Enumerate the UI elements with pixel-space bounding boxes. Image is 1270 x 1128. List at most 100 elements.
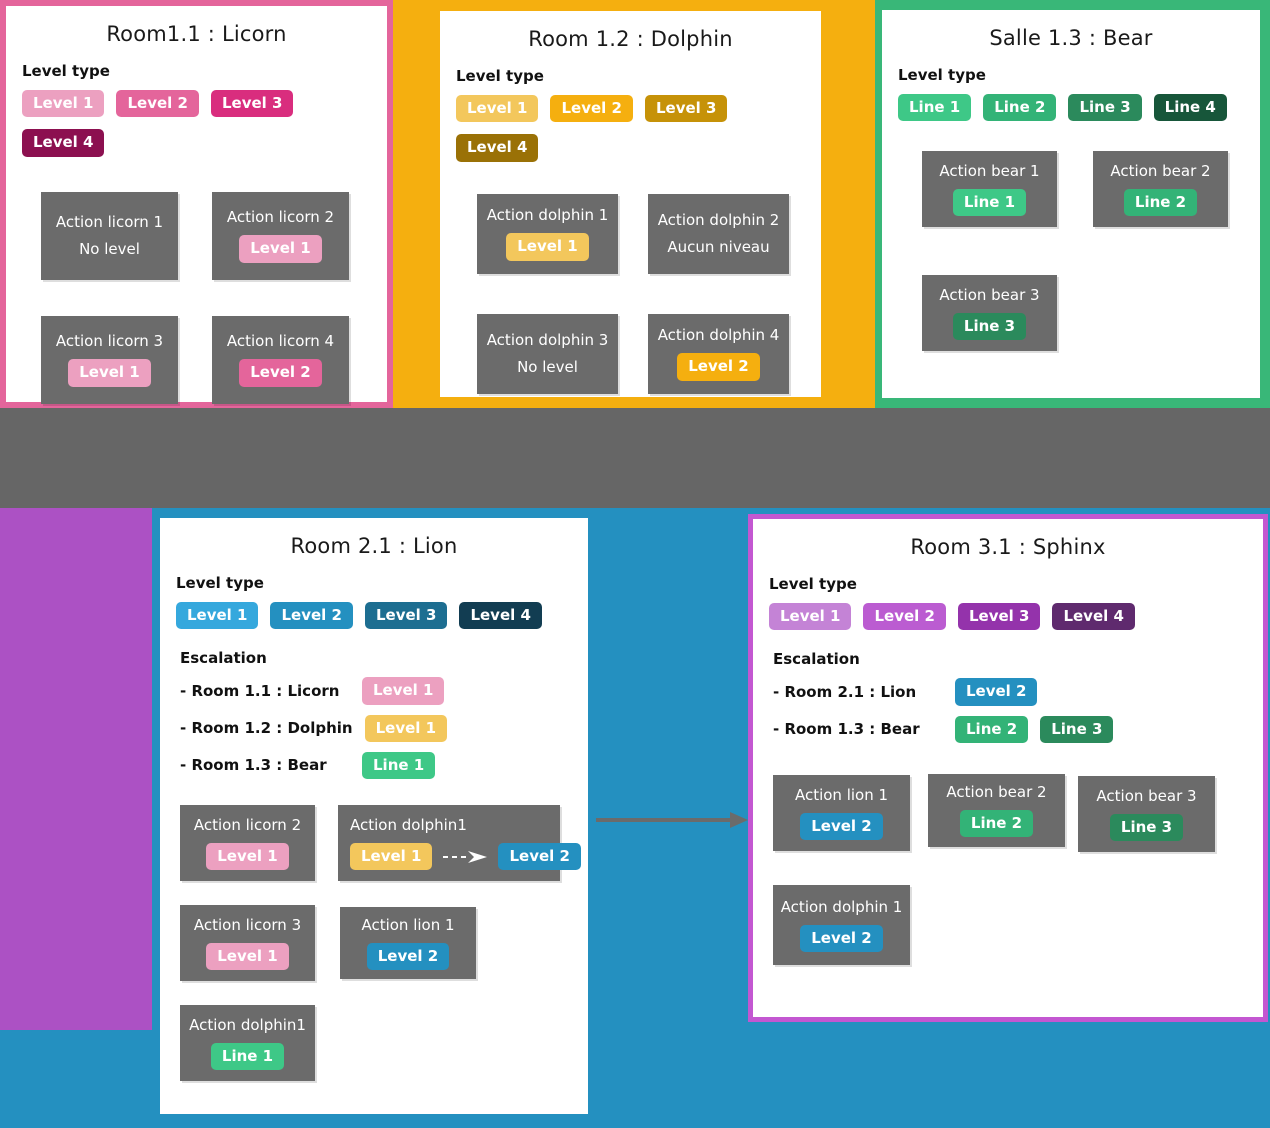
panel-room-3-1-sphinx: Room 3.1 : Sphinx Level type Level 1 Lev… bbox=[748, 514, 1268, 1022]
escalation-level-chip[interactable]: Line 2 bbox=[955, 715, 1029, 743]
panel-title: Room 1.2 : Dolphin bbox=[528, 27, 733, 51]
action-level-chip[interactable]: Line 3 bbox=[952, 313, 1027, 341]
action-card-chips: Line 3 bbox=[952, 313, 1027, 341]
action-level-chip[interactable]: Line 3 bbox=[1109, 813, 1184, 841]
action-card-chips: Level 2 bbox=[800, 924, 883, 952]
action-card[interactable]: Action licorn 2 Level 1 bbox=[180, 805, 315, 881]
action-level-chip[interactable]: Level 2 bbox=[800, 924, 883, 952]
level-chip-3[interactable]: Line 3 bbox=[1068, 94, 1142, 122]
action-card[interactable]: Action licorn 2 Level 1 bbox=[212, 191, 349, 280]
action-level-chip[interactable]: Level 2 bbox=[366, 942, 450, 971]
level-chip-4[interactable]: Level 4 bbox=[1052, 603, 1135, 631]
level-type-chip-row: Level 1 Level 2 Level 3 Level 4 bbox=[22, 90, 387, 157]
action-card-title: Action bear 3 bbox=[1096, 786, 1197, 805]
action-card[interactable]: Action bear 1 Line 1 bbox=[922, 151, 1057, 228]
action-level-chip[interactable]: Level 2 bbox=[239, 359, 322, 387]
level-chip-3[interactable]: Level 3 bbox=[957, 603, 1041, 631]
escalation-room-label: - Room 2.1 : Lion bbox=[773, 682, 917, 701]
level-chip-2[interactable]: Line 2 bbox=[983, 94, 1057, 122]
panel-title: Room1.1 : Licorn bbox=[106, 22, 287, 46]
escalation-section: Escalation - Room 2.1 : Lion Level 2 - R… bbox=[773, 650, 1263, 743]
panel-title: Room 2.1 : Lion bbox=[290, 534, 458, 558]
level-chip-1[interactable]: Line 1 bbox=[898, 94, 972, 122]
action-card[interactable]: Action dolphin 1 Level 1 bbox=[477, 193, 618, 274]
action-level-chip[interactable]: Level 2 bbox=[800, 812, 883, 840]
escalation-row: - Room 1.2 : Dolphin Level 1 bbox=[180, 714, 588, 742]
escalation-level-chip[interactable]: Level 1 bbox=[364, 714, 448, 742]
panel-room-2-1-lion: Room 2.1 : Lion Level type Level 1 Level… bbox=[156, 514, 592, 1118]
action-level-chip[interactable]: Level 1 bbox=[506, 233, 589, 261]
action-card[interactable]: Action licorn 3 Level 1 bbox=[41, 315, 178, 404]
action-level-chip[interactable]: Level 2 bbox=[677, 353, 760, 381]
action-card[interactable]: Action dolphin1 Line 1 bbox=[180, 1005, 315, 1081]
escalation-level-chip[interactable]: Level 2 bbox=[955, 678, 1038, 706]
action-card-title: Action lion 1 bbox=[361, 915, 455, 934]
action-level-chip[interactable]: Line 1 bbox=[210, 1042, 285, 1071]
action-card[interactable]: Action licorn 3 Level 1 bbox=[180, 905, 315, 981]
action-card[interactable]: Action bear 2 Line 2 bbox=[928, 773, 1065, 847]
level-chip-3[interactable]: Level 3 bbox=[644, 95, 728, 123]
level-type-chip-row: Line 1 Line 2 Line 3 Line 4 bbox=[898, 94, 1260, 122]
action-level-chip[interactable]: Level 1 bbox=[239, 235, 322, 263]
action-level-chip[interactable]: Level 1 bbox=[68, 359, 151, 387]
action-card-title: Action dolphin 1 bbox=[780, 897, 903, 916]
action-card-chips: Level 1 bbox=[206, 842, 289, 871]
action-card[interactable]: Action lion 1 Level 2 bbox=[340, 907, 476, 979]
escalation-row: - Room 1.3 : Bear Line 2 Line 3 bbox=[773, 715, 1263, 743]
action-card-title: Action bear 3 bbox=[939, 286, 1040, 305]
level-type-label: Level type bbox=[769, 575, 857, 593]
action-card-chips: Level 1 Level 2 bbox=[350, 842, 581, 871]
action-card-chips: Level 1 bbox=[68, 359, 151, 387]
level-chip-4[interactable]: Level 4 bbox=[459, 602, 542, 630]
level-chip-4[interactable]: Level 4 bbox=[456, 134, 539, 162]
escalation-level-chip[interactable]: Level 1 bbox=[362, 677, 445, 705]
level-chip-2[interactable]: Level 2 bbox=[550, 95, 633, 123]
escalation-level-chip[interactable]: Line 1 bbox=[362, 751, 436, 779]
action-card[interactable]: Action dolphin 4 Level 2 bbox=[648, 313, 789, 394]
action-card-chips: Level 1 bbox=[506, 233, 589, 261]
escalation-level-chip[interactable]: Line 3 bbox=[1040, 715, 1114, 743]
action-level-chip[interactable]: Line 2 bbox=[1123, 189, 1198, 217]
action-level-chip-from[interactable]: Level 1 bbox=[350, 842, 433, 871]
action-card-title: Action dolphin 1 bbox=[486, 206, 609, 225]
action-card[interactable]: Action dolphin 3 No level bbox=[477, 313, 618, 394]
action-level-chip[interactable]: Level 1 bbox=[206, 842, 289, 871]
level-chip-1[interactable]: Level 1 bbox=[22, 90, 105, 118]
action-card[interactable]: Action bear 2 Line 2 bbox=[1093, 151, 1228, 228]
action-level-chip[interactable]: Line 2 bbox=[959, 810, 1034, 838]
level-chip-2[interactable]: Level 2 bbox=[270, 602, 353, 630]
action-card-chips: Line 2 bbox=[959, 810, 1034, 838]
action-card-chips: Line 1 bbox=[210, 1042, 285, 1071]
action-card-title: Action licorn 3 bbox=[55, 332, 164, 351]
action-card[interactable]: Action lion 1 Level 2 bbox=[773, 774, 910, 851]
action-level-chip[interactable]: Line 1 bbox=[952, 189, 1027, 217]
action-card[interactable]: Action dolphin1 Level 1 Level 2 bbox=[338, 805, 581, 881]
level-chip-1[interactable]: Level 1 bbox=[176, 602, 259, 630]
action-card-chips: Line 3 bbox=[1109, 813, 1184, 841]
level-chip-3[interactable]: Level 3 bbox=[364, 602, 448, 630]
level-chip-4[interactable]: Line 4 bbox=[1153, 94, 1227, 122]
level-type-label: Level type bbox=[456, 67, 544, 85]
action-level-chip[interactable]: Level 1 bbox=[206, 942, 289, 971]
action-card[interactable]: Action bear 3 Line 3 bbox=[1078, 775, 1215, 852]
escalation-room-label: - Room 1.3 : Bear bbox=[180, 756, 327, 775]
level-chip-1[interactable]: Level 1 bbox=[456, 95, 539, 123]
level-chip-1[interactable]: Level 1 bbox=[769, 603, 852, 631]
action-card[interactable]: Action dolphin 2 Aucun niveau bbox=[648, 193, 789, 274]
level-chip-2[interactable]: Level 2 bbox=[116, 90, 199, 118]
action-card[interactable]: Action bear 3 Line 3 bbox=[922, 275, 1057, 352]
level-chip-2[interactable]: Level 2 bbox=[863, 603, 946, 631]
action-card[interactable]: Action licorn 4 Level 2 bbox=[212, 315, 349, 404]
action-card-no-level: No level bbox=[79, 240, 140, 258]
action-level-chip-to[interactable]: Level 2 bbox=[498, 842, 581, 871]
action-card-chips: Line 1 bbox=[952, 189, 1027, 217]
level-chip-4[interactable]: Level 4 bbox=[22, 129, 105, 157]
background-band-sphinx bbox=[0, 508, 152, 1030]
action-card[interactable]: Action dolphin 1 Level 2 bbox=[773, 884, 910, 965]
action-card-chips: Level 2 bbox=[239, 359, 322, 387]
diagram-canvas: Room1.1 : Licorn Level type Level 1 Leve… bbox=[0, 0, 1270, 1128]
action-card-no-level: Aucun niveau bbox=[667, 238, 770, 256]
level-chip-3[interactable]: Level 3 bbox=[210, 90, 294, 118]
panel-title: Salle 1.3 : Bear bbox=[989, 26, 1153, 50]
action-card[interactable]: Action licorn 1 No level bbox=[41, 191, 178, 280]
